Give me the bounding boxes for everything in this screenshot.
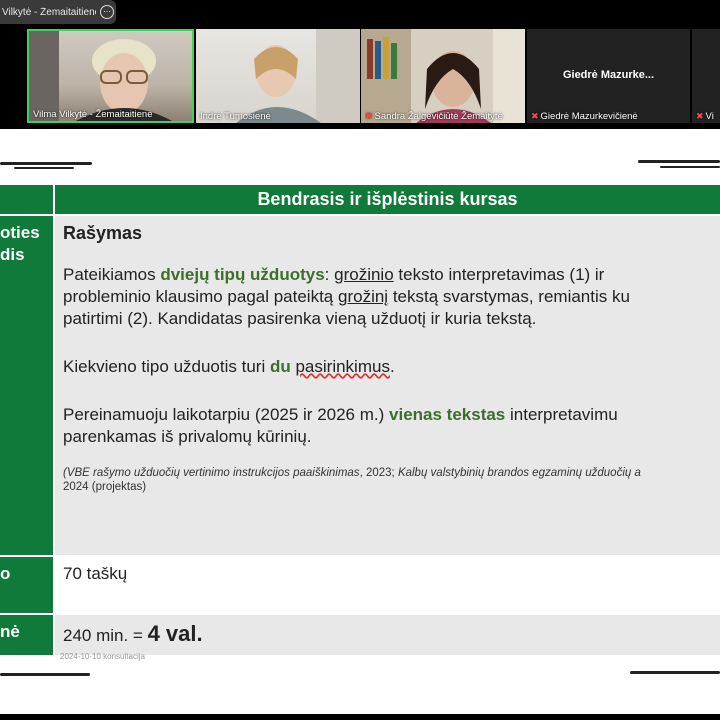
participant-tile[interactable]: ✖ Sandra Žalgevičiūtė Žemaitytė: [361, 29, 525, 123]
mic-off-icon: ✖: [365, 111, 373, 121]
more-icon[interactable]: ⋯: [100, 5, 114, 19]
paragraph-task-types: Pateikiamos dviejų tipų užduotys: grožin…: [63, 265, 630, 328]
slide-footer: 2024-10-10 konsultacija: [60, 652, 145, 661]
table-row: nė 240 min. = 4 val.: [0, 615, 720, 655]
decor-line: [630, 671, 720, 674]
mic-off-icon: ✖: [696, 111, 704, 121]
paragraph-choices: Kiekvieno tipo užduotis turi du pasirink…: [63, 357, 395, 376]
participant-display-name: Giedrė Mazurke...: [562, 69, 655, 81]
paragraph-transition: Pereinamuoju laikotarpiu (2025 ir 2026 m…: [63, 405, 618, 446]
decor-line: [660, 166, 720, 168]
participant-video: [236, 29, 360, 123]
row-content: Rašymas Pateikiamos dviejų tipų užduotys…: [55, 216, 720, 555]
participant-name: ✖ Vi: [696, 111, 714, 122]
row-label: oties dis: [0, 216, 53, 555]
participant-tile[interactable]: Vilma Vilkytė - Žemaitaitienė: [27, 29, 194, 123]
row-heading: Rašymas: [63, 223, 143, 243]
table-header-title: Bendrasis ir išplėstinis kursas: [55, 185, 720, 214]
participant-tile[interactable]: Giedrė Mazurke... ✖ Giedrė Mazurkevičienė: [527, 29, 690, 123]
participant-name: ✖ Sandra Žalgevičiūtė Žemaitytė: [365, 111, 503, 122]
row-content: 70 taškų: [55, 557, 720, 613]
window-title: Vilkytė - Žemaitaitienė's sc: [2, 6, 96, 18]
citation: (VBE rašymo užduočių vertinimo instrukci…: [63, 467, 641, 493]
window-title-chip: Vilkytė - Žemaitaitienė's sc ⋯: [0, 0, 116, 24]
row-label: nė: [0, 615, 53, 655]
table-header-left: [0, 185, 53, 214]
participant-name: Indrė Tumosienė: [200, 111, 271, 122]
table-header: Bendrasis ir išplėstinis kursas: [0, 185, 720, 214]
decor-line: [0, 673, 90, 676]
decor-line: [638, 160, 720, 163]
table-row: oties dis Rašymas Pateikiamos dviejų tip…: [0, 216, 720, 555]
row-content: 240 min. = 4 val.: [55, 615, 720, 655]
participant-name: Vilma Vilkytė - Žemaitaitienė: [33, 109, 153, 120]
participant-strip: Vilma Vilkytė - Žemaitaitienė Indrė Tumo…: [0, 29, 720, 123]
decor-line: [0, 162, 92, 165]
participant-name: ✖ Giedrė Mazurkevičienė: [531, 111, 638, 122]
participant-tile[interactable]: Indrė Tumosienė: [196, 29, 360, 123]
mic-off-icon: ✖: [531, 111, 539, 121]
shared-slide: Bendrasis ir išplėstinis kursas oties di…: [0, 129, 720, 714]
participant-tile[interactable]: ✖ Vi: [692, 29, 720, 123]
decor-line: [14, 167, 74, 169]
participant-video: [361, 29, 525, 123]
row-label: o: [0, 557, 53, 613]
table-row: o 70 taškų: [0, 557, 720, 613]
